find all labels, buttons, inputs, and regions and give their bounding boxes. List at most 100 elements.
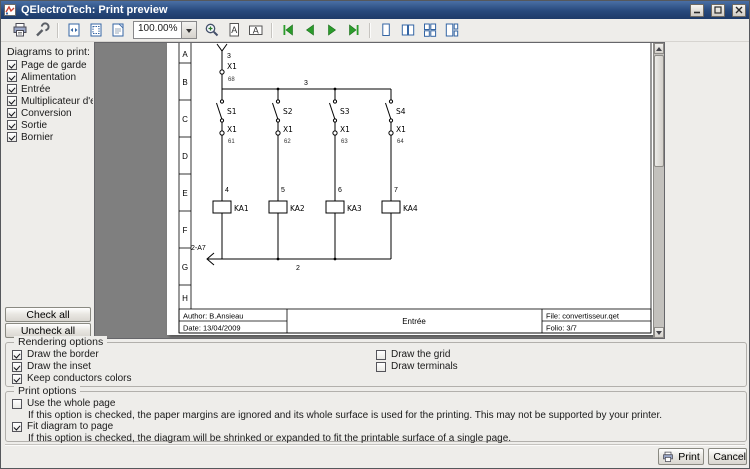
- checkbox-draw-border[interactable]: Draw the border: [12, 349, 99, 360]
- wire-number: 5: [281, 187, 285, 194]
- toolbar-separator: [271, 23, 273, 38]
- checkbox-keep-conductors-colors[interactable]: Keep conductors colors: [12, 373, 132, 384]
- titleblock-folio: Folio: 3/7: [546, 324, 577, 333]
- checkbox-use-whole-page[interactable]: Use the whole page: [12, 398, 115, 409]
- maximize-button[interactable]: [711, 4, 725, 17]
- cancel-button[interactable]: Cancel: [708, 448, 747, 465]
- thumbnails-view-icon: [444, 22, 460, 38]
- minimize-button[interactable]: [690, 4, 704, 17]
- wire-number: 6: [338, 187, 342, 194]
- terminal-symbol: [276, 131, 280, 135]
- checkbox[interactable]: [7, 60, 17, 70]
- printer-icon: [662, 451, 674, 463]
- print-options-title: Print options: [14, 385, 80, 397]
- switch-label: S3: [340, 107, 350, 116]
- row-label: F: [183, 226, 188, 235]
- first-page-button[interactable]: [278, 20, 298, 40]
- diagram-item-entree[interactable]: Entrée: [7, 83, 93, 95]
- check-all-button[interactable]: Check all: [5, 307, 91, 322]
- checkbox-fit-diagram-to-page[interactable]: Fit diagram to page: [12, 421, 113, 432]
- scroll-up-button[interactable]: [654, 43, 664, 54]
- print-button[interactable]: Print: [658, 448, 704, 465]
- maximize-icon: [714, 6, 722, 14]
- page-setup-button[interactable]: [32, 20, 52, 40]
- branch-3: S3 X1 63 6 KA3: [326, 89, 362, 259]
- switch-label: S4: [396, 107, 406, 116]
- next-page-button[interactable]: [322, 20, 342, 40]
- row-label: H: [182, 294, 188, 303]
- titleblock-title: Entrée: [402, 317, 426, 326]
- row-label: E: [182, 189, 187, 198]
- checkbox-draw-grid[interactable]: Draw the grid: [376, 349, 450, 360]
- fit-page-button[interactable]: [86, 20, 106, 40]
- portrait-orientation-button[interactable]: A: [224, 20, 244, 40]
- previous-page-icon: [302, 22, 318, 38]
- checkbox[interactable]: [12, 422, 22, 432]
- all-pages-view-button[interactable]: [420, 20, 440, 40]
- checkbox[interactable]: [12, 362, 22, 372]
- wire-number: 4: [225, 187, 229, 194]
- zoom-in-button[interactable]: [202, 20, 222, 40]
- diagram-item-multiplicateur[interactable]: Multiplicateur d'entrée: [7, 95, 93, 107]
- single-page-view-button[interactable]: [376, 20, 396, 40]
- checkbox[interactable]: [12, 399, 22, 409]
- single-page-view-icon: [378, 22, 394, 38]
- diagram-item-sortie[interactable]: Sortie: [7, 119, 93, 131]
- checkbox[interactable]: [7, 132, 17, 142]
- terminal-symbol: [389, 131, 393, 135]
- zoom-dropdown-button[interactable]: [181, 22, 196, 38]
- first-page-icon: [280, 22, 296, 38]
- close-button[interactable]: [732, 4, 746, 17]
- preview-vertical-scrollbar[interactable]: [653, 43, 664, 338]
- whole-page-button[interactable]: [108, 20, 128, 40]
- landscape-orientation-button[interactable]: A: [246, 20, 266, 40]
- checkbox[interactable]: [7, 108, 17, 118]
- checkbox-draw-inset[interactable]: Draw the inset: [12, 361, 91, 372]
- thumbnails-view-button[interactable]: [442, 20, 462, 40]
- row-label: D: [182, 152, 188, 161]
- fit-page-hint: If this option is checked, the diagram w…: [28, 433, 511, 444]
- diagram-item-bornier[interactable]: Bornier: [7, 131, 93, 143]
- checkbox-draw-terminals[interactable]: Draw terminals: [376, 361, 458, 372]
- diagram-item-page-de-garde[interactable]: Page de garde: [7, 59, 93, 71]
- fit-page-icon: [88, 22, 104, 38]
- checkbox[interactable]: [7, 120, 17, 130]
- coil-label: KA2: [290, 204, 305, 213]
- terminal-label: X1: [227, 125, 237, 134]
- fit-width-icon: [66, 22, 82, 38]
- arrow-up-icon: [656, 44, 662, 51]
- diagram-item-alimentation[interactable]: Alimentation: [7, 71, 93, 83]
- facing-pages-view-button[interactable]: [398, 20, 418, 40]
- previous-page-button[interactable]: [300, 20, 320, 40]
- diagram-item-conversion[interactable]: Conversion: [7, 107, 93, 119]
- checkbox[interactable]: [7, 72, 17, 82]
- feed-terminal-pin: 68: [228, 77, 235, 83]
- fit-width-button[interactable]: [64, 20, 84, 40]
- preview-viewport[interactable]: A B C D E F G H: [94, 42, 665, 339]
- zoom-select[interactable]: 100.00%: [133, 21, 197, 39]
- checkbox[interactable]: [7, 96, 17, 106]
- titleblock: Author: B.Ansieau Date: 13/04/2009 Entré…: [179, 309, 651, 333]
- coil-label: KA3: [347, 204, 362, 213]
- terminal-label: X1: [340, 125, 350, 134]
- titlebar[interactable]: QElectroTech: Print preview: [1, 1, 749, 19]
- terminal-symbol: [220, 131, 224, 135]
- checkbox[interactable]: [12, 350, 22, 360]
- titleblock-file: File: convertisseur.qet: [546, 312, 620, 321]
- diagrams-to-print-label: Diagrams to print:: [7, 46, 90, 58]
- checkbox[interactable]: [376, 350, 386, 360]
- checkbox[interactable]: [12, 374, 22, 384]
- zoom-in-icon: [204, 22, 220, 38]
- print-options-group: Print options Use the whole page If this…: [5, 391, 747, 442]
- scrollbar-thumb[interactable]: [654, 55, 664, 167]
- print-toolbar-button[interactable]: [10, 20, 30, 40]
- coil-label: KA1: [234, 204, 249, 213]
- checkbox[interactable]: [7, 84, 17, 94]
- scroll-down-button[interactable]: [654, 327, 664, 338]
- last-page-button[interactable]: [344, 20, 364, 40]
- coil-symbol: [269, 201, 287, 213]
- checkbox[interactable]: [376, 362, 386, 372]
- facing-pages-view-icon: [400, 22, 416, 38]
- zoom-value: 100.00%: [134, 22, 181, 38]
- landscape-icon: A: [248, 22, 264, 38]
